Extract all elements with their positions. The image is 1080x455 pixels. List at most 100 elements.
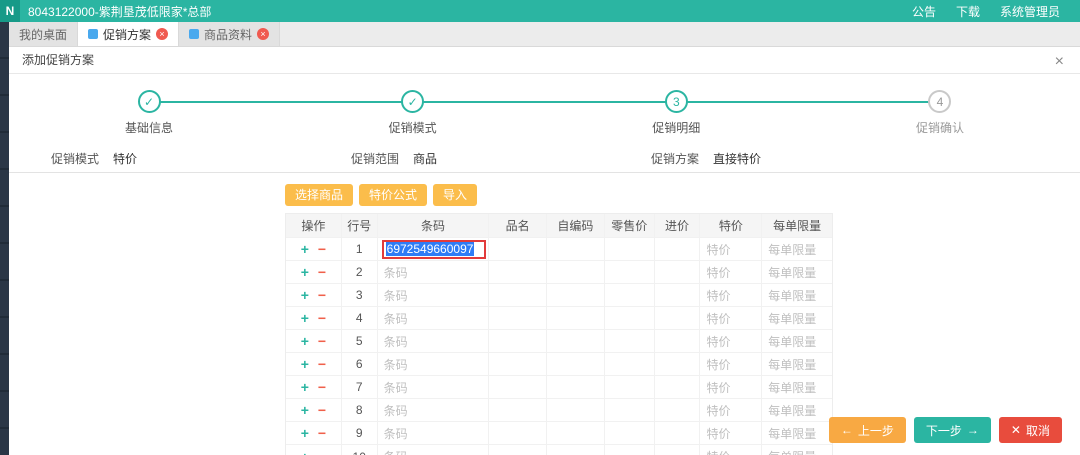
remove-row-button[interactable]: − <box>318 241 326 257</box>
limit-placeholder: 每单限量 <box>768 402 816 419</box>
add-row-button[interactable]: + <box>301 264 309 280</box>
barcode-field-focused[interactable]: 6972549660097 <box>382 240 486 259</box>
previous-step-button[interactable]: ← 上一步 <box>829 417 906 443</box>
barcode-input[interactable]: 条码 <box>378 445 490 455</box>
cancel-label: 取消 <box>1026 422 1050 439</box>
close-tab-icon[interactable]: × <box>156 28 168 40</box>
tab-my-desktop[interactable]: 我的桌面 <box>9 22 78 46</box>
remove-row-button[interactable]: − <box>318 264 326 280</box>
special-price-input[interactable]: 特价 <box>700 399 762 421</box>
line-number: 8 <box>342 399 378 421</box>
step-number: 4 <box>928 90 951 113</box>
table-row: +− 2 条码 特价 每单限量 <box>286 261 832 284</box>
limit-input[interactable]: 每单限量 <box>762 330 832 352</box>
add-row-button[interactable]: + <box>301 425 309 441</box>
previous-step-label: 上一步 <box>858 422 894 439</box>
remove-row-button[interactable]: − <box>318 310 326 326</box>
special-price-placeholder: 特价 <box>706 241 730 258</box>
table-row: +− 1 6972549660097 特价 每单限量 <box>286 238 832 261</box>
special-price-input[interactable]: 特价 <box>700 238 762 260</box>
add-row-button[interactable]: + <box>301 356 309 372</box>
collapsed-sidebar[interactable] <box>0 22 9 455</box>
limit-input[interactable]: 每单限量 <box>762 284 832 306</box>
barcode-input[interactable]: 条码 <box>378 399 490 421</box>
announcement-link[interactable]: 公告 <box>912 3 936 20</box>
cost-price-cell <box>655 307 701 329</box>
col-header-limit: 每单限量 <box>762 214 832 237</box>
remove-row-button[interactable]: − <box>318 379 326 395</box>
limit-input[interactable]: 每单限量 <box>762 445 832 455</box>
close-tab-icon[interactable]: × <box>257 28 269 40</box>
retail-price-cell <box>605 376 655 398</box>
limit-placeholder: 每单限量 <box>768 379 816 396</box>
barcode-input[interactable]: 条码 <box>378 422 490 444</box>
special-price-input[interactable]: 特价 <box>700 261 762 283</box>
download-link[interactable]: 下载 <box>956 3 980 20</box>
cost-price-cell <box>655 422 701 444</box>
remove-row-button[interactable]: − <box>318 402 326 418</box>
add-row-button[interactable]: + <box>301 402 309 418</box>
limit-input[interactable]: 每单限量 <box>762 422 832 444</box>
remove-row-button[interactable]: − <box>318 356 326 372</box>
product-name-cell <box>489 330 547 352</box>
cost-price-cell <box>655 330 701 352</box>
line-number: 6 <box>342 353 378 375</box>
special-price-input[interactable]: 特价 <box>700 353 762 375</box>
barcode-input[interactable]: 条码 <box>378 353 490 375</box>
tab-promotion-plan[interactable]: 促销方案 × <box>78 22 179 46</box>
add-row-button[interactable]: + <box>301 310 309 326</box>
barcode-input[interactable]: 条码 <box>378 261 490 283</box>
import-button[interactable]: 导入 <box>433 184 477 206</box>
close-icon[interactable]: × <box>1055 48 1064 75</box>
app-logo: N <box>0 0 20 22</box>
special-price-input[interactable]: 特价 <box>700 445 762 455</box>
remove-row-button[interactable]: − <box>318 425 326 441</box>
self-code-cell <box>547 422 605 444</box>
remove-row-button[interactable]: − <box>318 449 326 455</box>
special-price-placeholder: 特价 <box>706 448 730 455</box>
retail-price-cell <box>605 399 655 421</box>
admin-user-menu[interactable]: 系统管理员 <box>1000 3 1060 20</box>
next-step-button[interactable]: 下一步 → <box>914 417 991 443</box>
barcode-input[interactable]: 6972549660097 <box>378 238 490 260</box>
cancel-button[interactable]: ✕ 取消 <box>999 417 1062 443</box>
select-product-button[interactable]: 选择商品 <box>285 184 353 206</box>
special-price-input[interactable]: 特价 <box>700 330 762 352</box>
main-panel: 添加促销方案 × ✓ 基础信息 ✓ 促销模式 3 促销明细 4 促销确认 <box>9 47 1080 455</box>
special-price-formula-button[interactable]: 特价公式 <box>359 184 427 206</box>
tab-product-data[interactable]: 商品资料 × <box>179 22 280 46</box>
step-done-icon: ✓ <box>138 90 161 113</box>
limit-input[interactable]: 每单限量 <box>762 238 832 260</box>
barcode-input[interactable]: 条码 <box>378 307 490 329</box>
add-row-button[interactable]: + <box>301 287 309 303</box>
limit-input[interactable]: 每单限量 <box>762 376 832 398</box>
barcode-placeholder: 条码 <box>384 379 408 396</box>
limit-placeholder: 每单限量 <box>768 333 816 350</box>
barcode-input[interactable]: 条码 <box>378 284 490 306</box>
barcode-input[interactable]: 条码 <box>378 376 490 398</box>
remove-row-button[interactable]: − <box>318 333 326 349</box>
barcode-input[interactable]: 条码 <box>378 330 490 352</box>
add-row-button[interactable]: + <box>301 379 309 395</box>
limit-input[interactable]: 每单限量 <box>762 353 832 375</box>
row-actions: +− <box>286 284 342 306</box>
limit-placeholder: 每单限量 <box>768 241 816 258</box>
limit-input[interactable]: 每单限量 <box>762 399 832 421</box>
special-price-input[interactable]: 特价 <box>700 284 762 306</box>
add-row-button[interactable]: + <box>301 449 309 455</box>
barcode-placeholder: 条码 <box>384 448 408 455</box>
add-row-button[interactable]: + <box>301 241 309 257</box>
remove-row-button[interactable]: − <box>318 287 326 303</box>
add-row-button[interactable]: + <box>301 333 309 349</box>
step-done-icon: ✓ <box>401 90 424 113</box>
limit-input[interactable]: 每单限量 <box>762 307 832 329</box>
document-icon <box>88 29 98 39</box>
limit-input[interactable]: 每单限量 <box>762 261 832 283</box>
retail-price-cell <box>605 284 655 306</box>
field-value: 直接特价 <box>713 146 761 172</box>
field-value: 商品 <box>413 146 437 172</box>
special-price-input[interactable]: 特价 <box>700 422 762 444</box>
field-promotion-mode: 促销模式 特价 <box>29 146 329 172</box>
special-price-input[interactable]: 特价 <box>700 376 762 398</box>
special-price-input[interactable]: 特价 <box>700 307 762 329</box>
